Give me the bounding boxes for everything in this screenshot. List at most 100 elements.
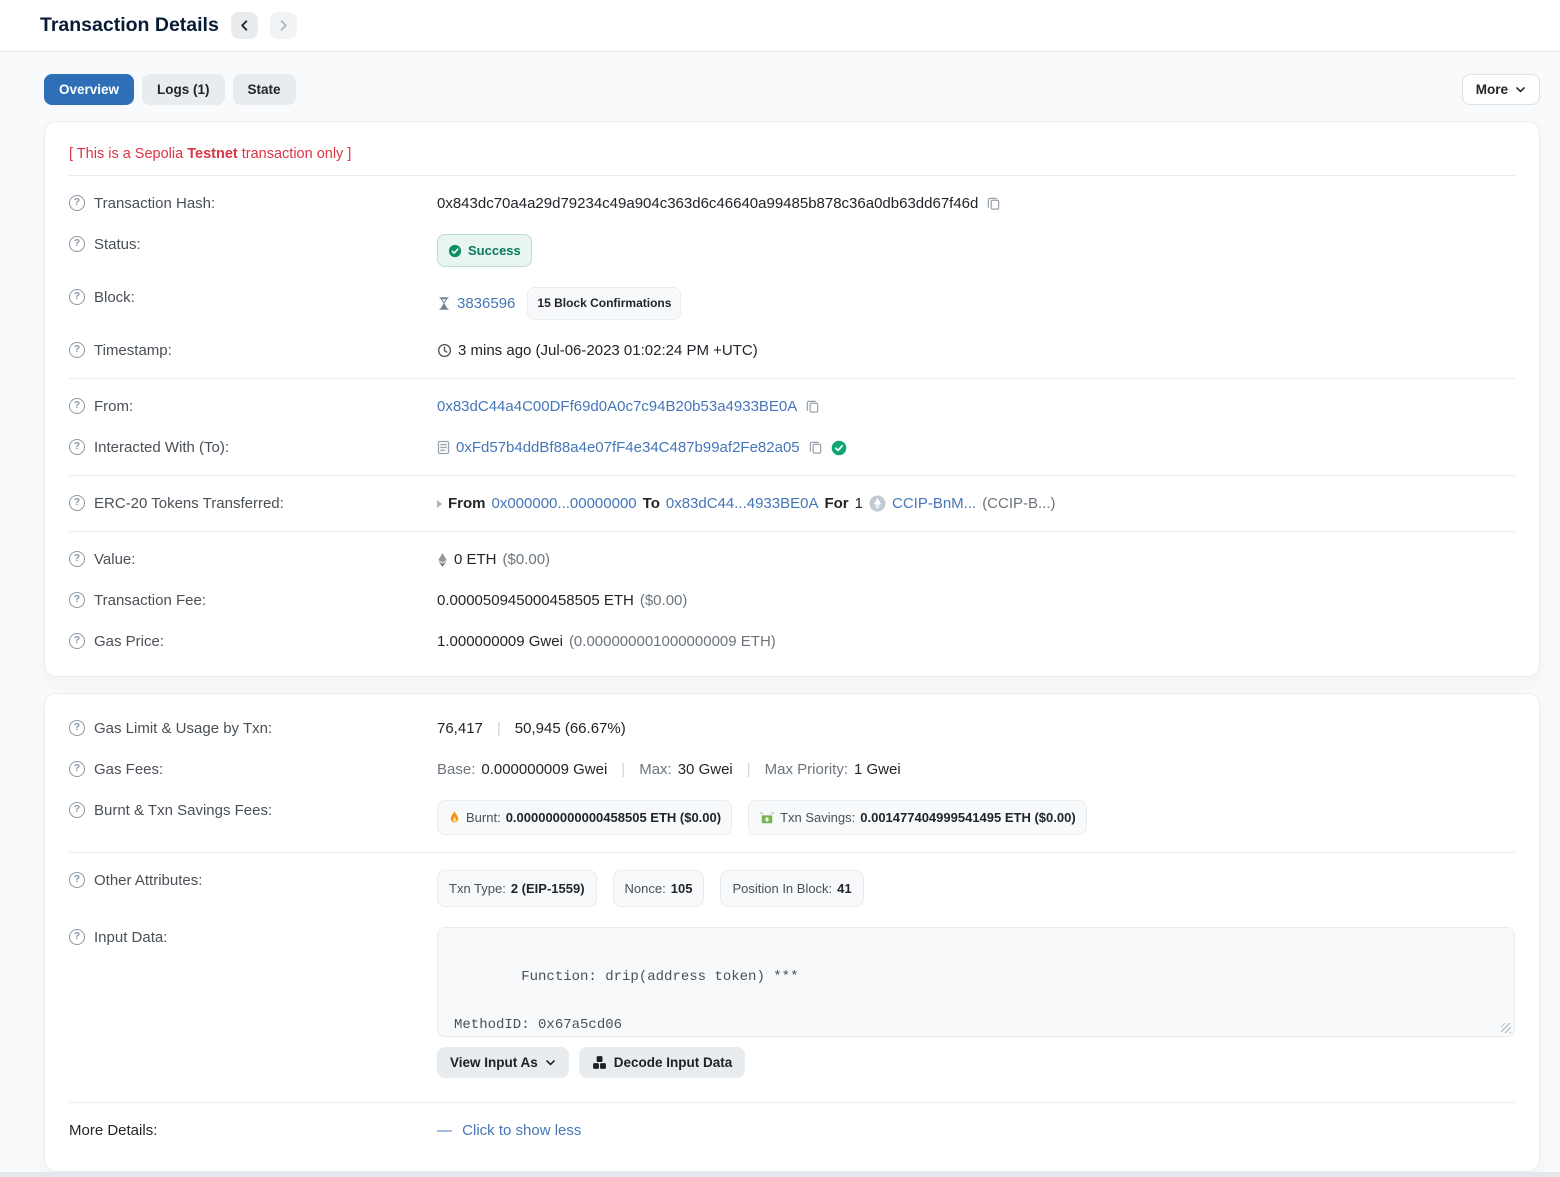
gas-price-label: Gas Price: [94, 631, 164, 652]
token-icon [869, 495, 886, 512]
transfer-for-label: For [824, 493, 848, 514]
help-icon[interactable]: ? [69, 551, 85, 567]
chevron-down-icon [1515, 84, 1526, 95]
status-label: Status: [94, 234, 141, 255]
tab-state[interactable]: State [233, 74, 296, 105]
row-timestamp: ? Timestamp: 3 mins ago (Jul-06-2023 01:… [69, 330, 1515, 371]
status-badge: Success [437, 234, 532, 267]
gas-usage-value: 50,945 (66.67%) [515, 718, 626, 739]
divider [69, 852, 1515, 853]
copy-from-address-button[interactable] [803, 399, 822, 414]
row-transaction-hash: ? Transaction Hash: 0x843dc70a4a29d79234… [69, 183, 1515, 224]
transaction-fee-label: Transaction Fee: [94, 590, 206, 611]
burnt-value: 0.000000000000458505 ETH ($0.00) [506, 807, 721, 828]
help-icon[interactable]: ? [69, 289, 85, 305]
previous-transaction-button[interactable] [231, 12, 258, 39]
show-less-label: Click to show less [462, 1122, 581, 1139]
view-input-as-label: View Input As [450, 1055, 538, 1070]
help-icon[interactable]: ? [69, 398, 85, 414]
position-in-block-badge: Position In Block: 41 [720, 870, 863, 907]
check-circle-icon [448, 244, 462, 258]
value-usd: ($0.00) [503, 549, 551, 570]
help-icon[interactable]: ? [69, 872, 85, 888]
help-icon[interactable]: ? [69, 592, 85, 608]
pipe-separator: | [621, 759, 625, 780]
txn-type-value: 2 (EIP-1559) [511, 878, 585, 899]
testnet-warning: [ This is a Sepolia Testnet transaction … [69, 132, 1515, 168]
flame-icon [448, 810, 461, 825]
value-amount: 0 ETH [454, 549, 497, 570]
next-transaction-button[interactable] [270, 12, 297, 39]
from-label: From: [94, 396, 133, 417]
help-icon[interactable]: ? [69, 802, 85, 818]
testnet-warning-suffix: transaction only ] [238, 146, 352, 162]
more-button[interactable]: More [1462, 74, 1540, 105]
help-icon[interactable]: ? [69, 195, 85, 211]
copy-hash-button[interactable] [984, 196, 1003, 211]
copy-icon [808, 440, 823, 455]
help-icon[interactable]: ? [69, 495, 85, 511]
gas-limit-label: Gas Limit & Usage by Txn: [94, 718, 272, 739]
block-confirmations-badge: 15 Block Confirmations [527, 287, 681, 320]
other-attributes-label: Other Attributes: [94, 870, 202, 891]
clock-icon [437, 343, 452, 358]
resize-handle[interactable] [1501, 1023, 1511, 1033]
transaction-fee-usd: ($0.00) [640, 590, 688, 611]
txn-type-badge: Txn Type: 2 (EIP-1559) [437, 870, 597, 907]
chevron-left-icon [238, 19, 251, 32]
chevron-down-icon [545, 1057, 556, 1068]
transfer-amount: 1 [855, 493, 863, 514]
testnet-warning-bold: Testnet [187, 146, 238, 162]
help-icon[interactable]: ? [69, 236, 85, 252]
pipe-separator: | [497, 718, 501, 739]
input-data-label: Input Data: [94, 927, 167, 948]
burnt-fees-label: Burnt & Txn Savings Fees: [94, 800, 272, 821]
timestamp-value: 3 mins ago (Jul-06-2023 01:02:24 PM +UTC… [458, 340, 758, 361]
minus-icon: — [437, 1122, 452, 1139]
max-fee-label: Max: [639, 759, 672, 780]
divider [69, 475, 1515, 476]
transfer-to-address-link[interactable]: 0x83dC44...4933BE0A [666, 493, 819, 514]
hourglass-icon [437, 296, 451, 311]
to-address-link[interactable]: 0xFd57b4ddBf88a4e07fF4e34C487b99af2Fe82a… [456, 437, 800, 458]
help-icon[interactable]: ? [69, 720, 85, 736]
contract-icon [437, 440, 450, 455]
help-icon[interactable]: ? [69, 439, 85, 455]
tab-bar: Overview Logs (1) State More [44, 74, 1540, 105]
copy-to-address-button[interactable] [806, 440, 825, 455]
divider [69, 175, 1515, 176]
txn-savings-badge: Txn Savings: 0.001477404999541495 ETH ($… [748, 800, 1087, 835]
help-icon[interactable]: ? [69, 633, 85, 649]
eth-icon [437, 552, 448, 568]
details-card: ? Gas Limit & Usage by Txn: 76,417 | 50,… [44, 693, 1540, 1172]
interacted-with-label: Interacted With (To): [94, 437, 229, 458]
block-label: Block: [94, 287, 135, 308]
row-input-data: ? Input Data: Function: drip(address tok… [69, 917, 1515, 1088]
divider [69, 378, 1515, 379]
from-address-link[interactable]: 0x83dC44a4C00DFf69d0A0c7c94B20b53a4933BE… [437, 396, 797, 417]
nonce-badge: Nonce: 105 [613, 870, 705, 907]
show-less-link[interactable]: — Click to show less [437, 1120, 581, 1141]
input-data-textarea[interactable]: Function: drip(address token) *** Method… [437, 927, 1515, 1037]
row-status: ? Status: Success [69, 224, 1515, 277]
row-erc20-transfer: ? ERC-20 Tokens Transferred: From 0x0000… [69, 483, 1515, 524]
help-icon[interactable]: ? [69, 342, 85, 358]
help-icon[interactable]: ? [69, 761, 85, 777]
max-priority-fee-value: 1 Gwei [854, 759, 901, 780]
input-data-content: Function: drip(address token) *** Method… [454, 969, 1042, 1037]
page-bottom-strip [0, 1172, 1560, 1177]
timestamp-label: Timestamp: [94, 340, 172, 361]
tab-overview[interactable]: Overview [44, 74, 134, 105]
block-number-link[interactable]: 3836596 [457, 293, 515, 314]
cubes-icon [592, 1055, 607, 1070]
token-name-link[interactable]: CCIP-BnM... [892, 493, 976, 514]
transfer-from-address-link[interactable]: 0x000000...00000000 [492, 493, 637, 514]
transfer-to-label: To [643, 493, 660, 514]
page-title: Transaction Details [40, 14, 219, 37]
help-icon[interactable]: ? [69, 929, 85, 945]
transaction-hash-value: 0x843dc70a4a29d79234c49a904c363d6c46640a… [437, 193, 978, 214]
decode-input-data-button[interactable]: Decode Input Data [579, 1047, 746, 1078]
max-fee-value: 30 Gwei [678, 759, 733, 780]
view-input-as-button[interactable]: View Input As [437, 1047, 569, 1078]
tab-logs[interactable]: Logs (1) [142, 74, 225, 105]
